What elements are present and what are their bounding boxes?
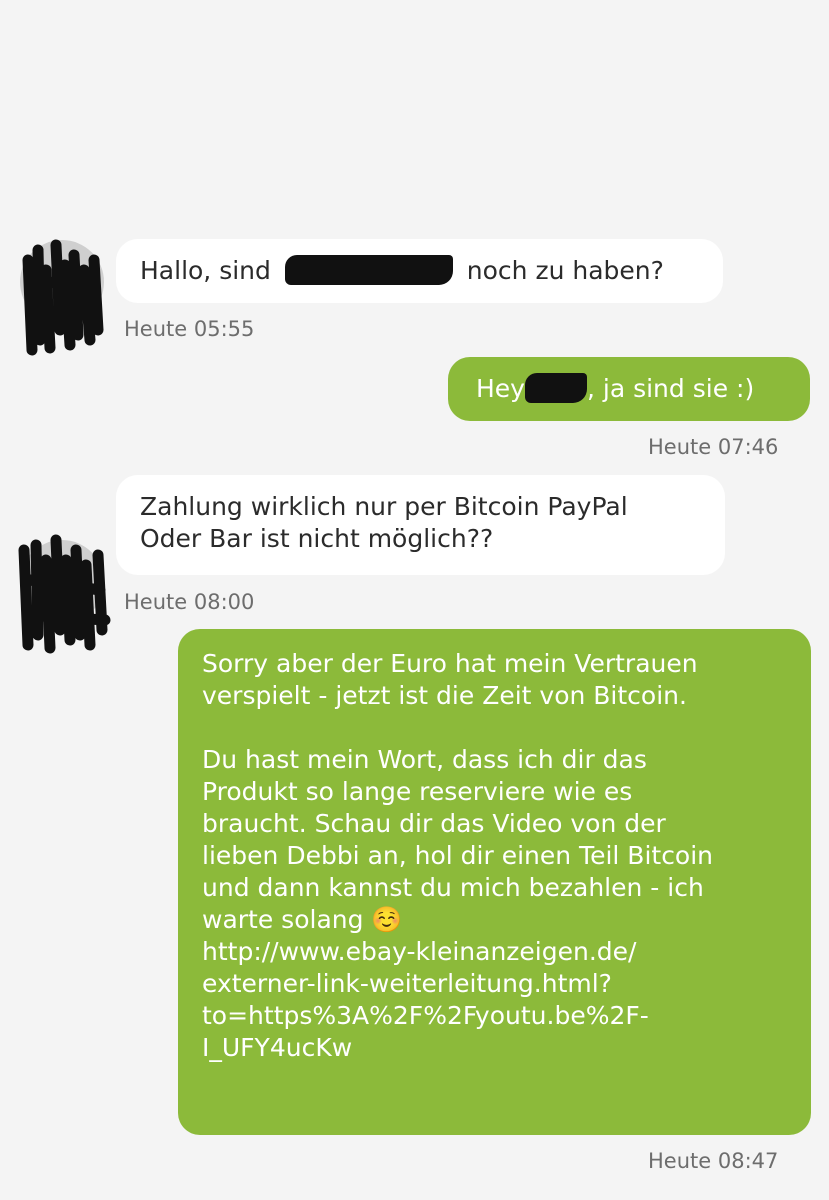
message-bubble-incoming[interactable]: Zahlung wirklich nur per Bitcoin PayPal … — [116, 475, 725, 575]
message-bubble-outgoing[interactable]: Hey , ja sind sie :) — [448, 357, 810, 421]
message-text: , ja sind sie :) — [586, 374, 755, 403]
avatar[interactable] — [18, 534, 111, 654]
message-timestamp: Heute 08:00 — [124, 590, 255, 614]
message-text: Hallo, sind — [140, 256, 271, 285]
redaction-scribble — [18, 534, 111, 654]
message-text: Hey — [476, 374, 525, 403]
message-text-line: und dann kannst du mich bezahlen - ich — [202, 873, 704, 902]
message-timestamp: Heute 08:47 — [648, 1149, 779, 1173]
link-line[interactable]: externer-link-weiterleitung.html? — [202, 968, 787, 1000]
chat-thread: Hallo, sind noch zu haben? Heute 05:55 H… — [0, 0, 829, 1200]
message-text-line: Produkt so lange reserviere wie es — [202, 777, 633, 806]
link-line[interactable]: http://www.ebay-kleinanzeigen.de/ — [202, 936, 787, 968]
link-line[interactable]: I_UFY4ucKw — [202, 1032, 787, 1064]
message-timestamp: Heute 07:46 — [648, 435, 779, 459]
avatar[interactable] — [20, 239, 104, 356]
redacted-text — [284, 255, 453, 285]
message-text-line: Zahlung wirklich nur per Bitcoin PayPal — [140, 492, 628, 521]
message-text-line: Du hast mein Wort, dass ich dir das — [202, 745, 647, 774]
message-bubble-incoming[interactable]: Hallo, sind noch zu haben? — [116, 239, 723, 303]
message-text-line: lieben Debbi an, hol dir einen Teil Bitc… — [202, 841, 714, 870]
message-bubble-outgoing[interactable]: Sorry aber der Euro hat mein Vertrauen v… — [178, 629, 811, 1135]
link-line[interactable]: to=https%3A%2F%2Fyoutu.be%2F- — [202, 1000, 787, 1032]
message-text-line: Sorry aber der Euro hat mein Vertrauen — [202, 649, 698, 678]
redaction-scribble — [22, 239, 104, 356]
message-text-line: warte solang ☺️ — [202, 905, 403, 934]
message-timestamp: Heute 05:55 — [124, 317, 255, 341]
redacted-text — [524, 373, 587, 403]
message-text-line: Oder Bar ist nicht möglich?? — [140, 524, 494, 553]
message-text-line: verspielt - jetzt ist die Zeit von Bitco… — [202, 681, 687, 710]
message-link[interactable]: http://www.ebay-kleinanzeigen.de/ extern… — [202, 936, 787, 1064]
message-text-line: braucht. Schau dir das Video von der — [202, 809, 666, 838]
message-text: noch zu haben? — [466, 256, 664, 285]
